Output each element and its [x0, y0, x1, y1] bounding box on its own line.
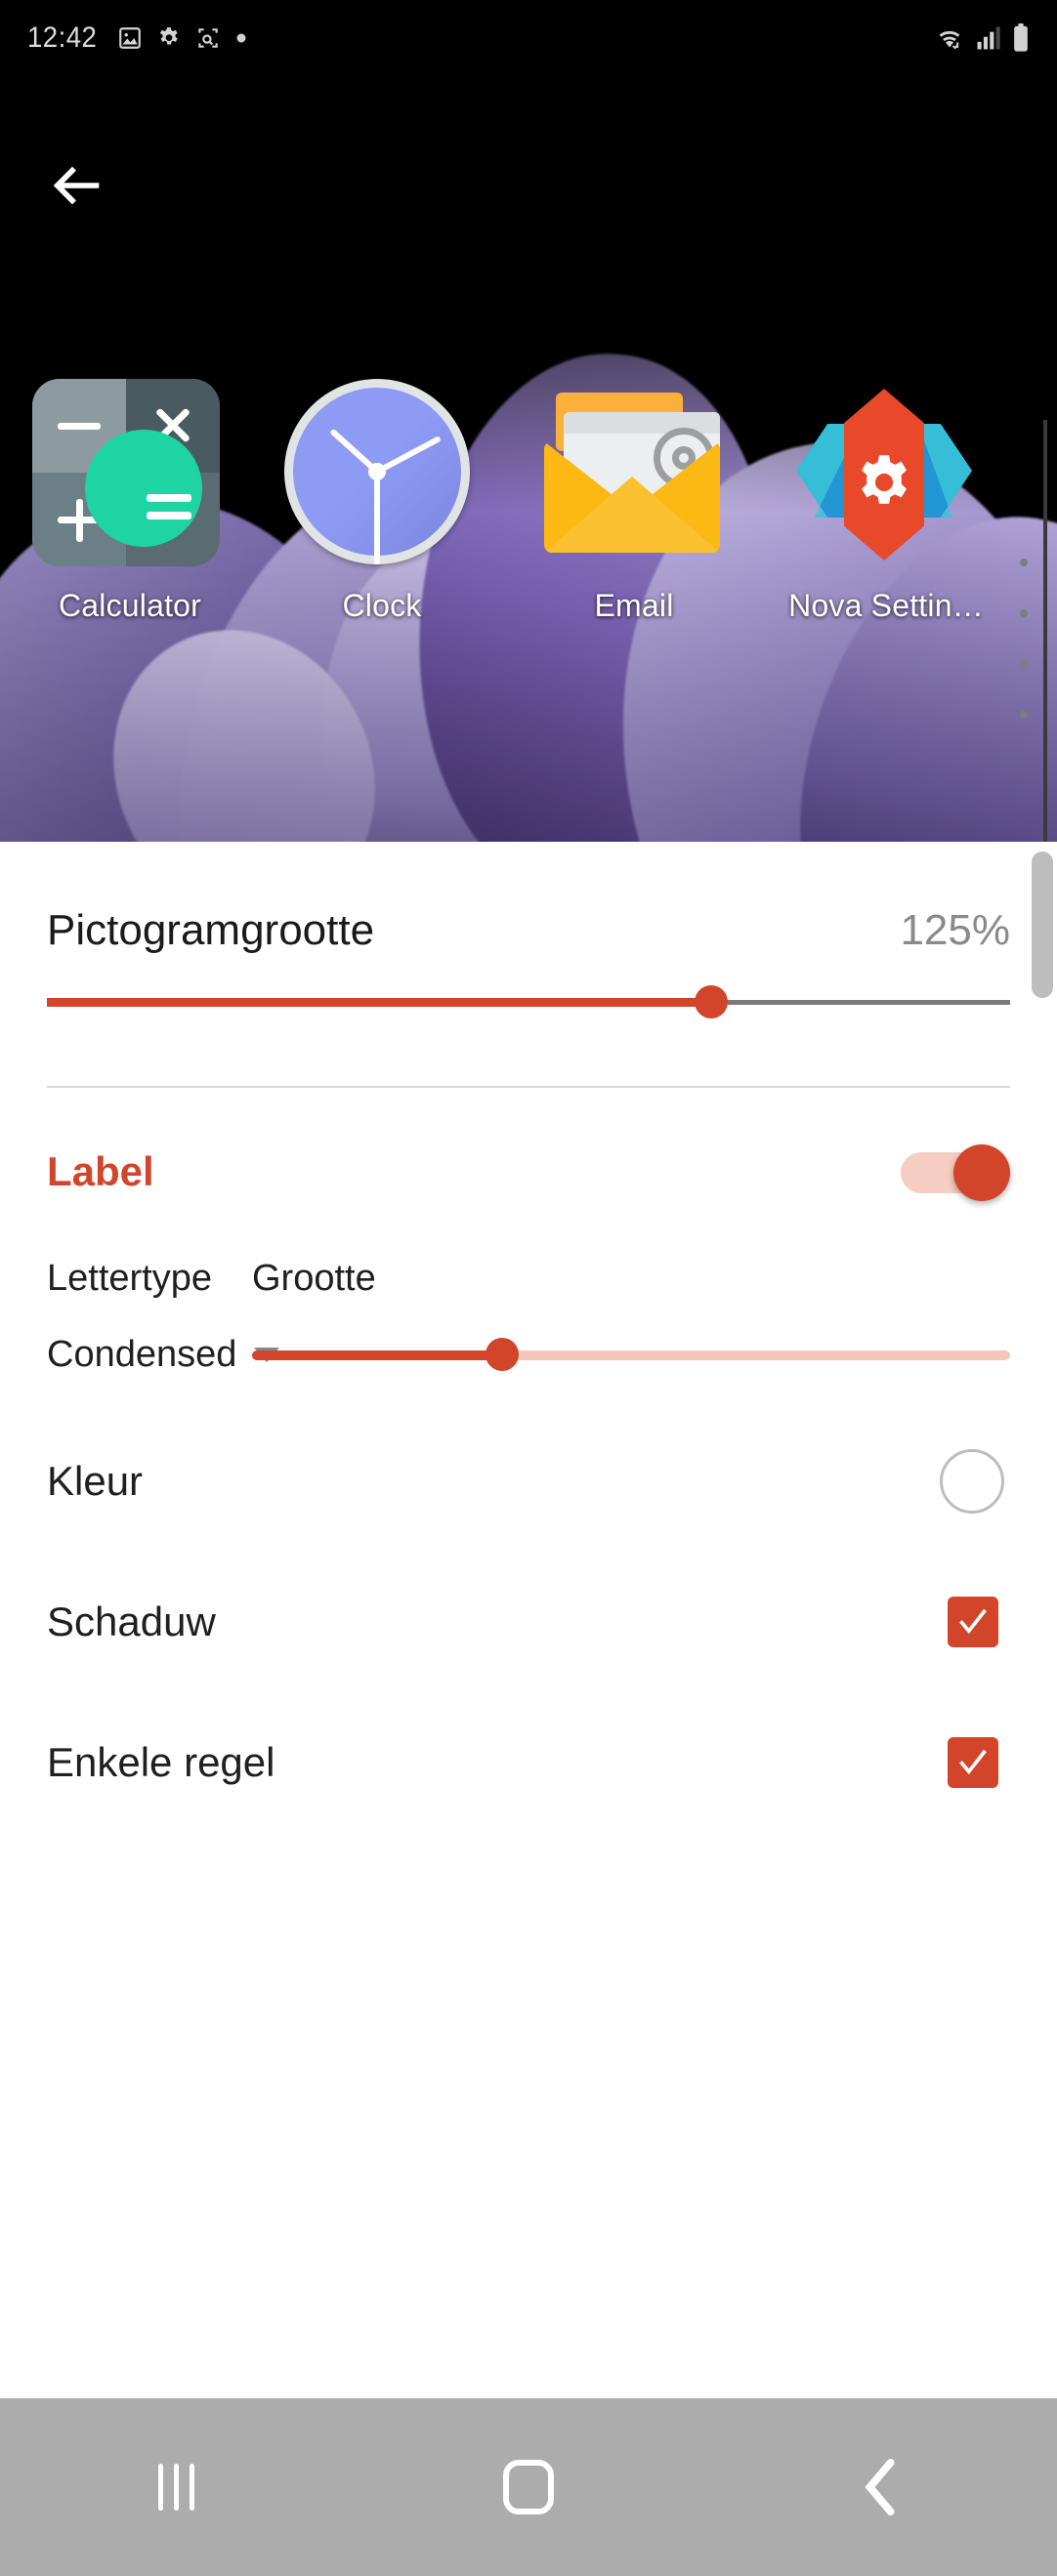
- label-toggle[interactable]: [901, 1144, 1010, 1201]
- section-divider: [47, 1086, 1010, 1088]
- color-swatch[interactable]: [940, 1449, 1004, 1514]
- app-label: Nova Settin…: [788, 588, 984, 623]
- navigation-bar: [0, 2398, 1057, 2576]
- image-icon: [118, 27, 141, 49]
- font-headers: Lettertype Grootte: [0, 1258, 1057, 1300]
- home-icon: [503, 2460, 554, 2514]
- app-item-calculator[interactable]: Calculator: [4, 379, 256, 624]
- gear-icon: [862, 455, 907, 504]
- check-icon: [959, 1608, 987, 1635]
- shadow-checkbox[interactable]: [948, 1597, 998, 1647]
- font-size-header: Grootte: [252, 1258, 376, 1299]
- back-arrow-icon[interactable]: [47, 154, 109, 217]
- recents-icon: [157, 2464, 194, 2511]
- font-size-slider[interactable]: [252, 1333, 1010, 1376]
- homescreen-preview: Calculator Clock Email Nova Settin…: [0, 76, 1057, 842]
- gear-icon: [159, 27, 178, 45]
- nav-recents-button[interactable]: [0, 2464, 353, 2511]
- nova-settings-icon: [788, 379, 984, 574]
- app-label: Email: [594, 588, 674, 623]
- wifi-icon: [939, 30, 960, 50]
- font-type-value: Condensed: [47, 1333, 237, 1375]
- status-bar-left: 12:42: [27, 21, 248, 55]
- email-icon: [536, 379, 732, 574]
- icon-size-value: 125%: [900, 906, 1010, 954]
- label-title: Label: [47, 1148, 154, 1194]
- font-controls: Condensed: [0, 1333, 1057, 1376]
- icon-size-header: Pictogramgrootte 125%: [0, 906, 1057, 955]
- app-label: Clock: [342, 588, 422, 623]
- app-item-email[interactable]: Email: [508, 379, 760, 624]
- check-icon: [959, 1749, 987, 1775]
- icon-size-title: Pictogramgrootte: [47, 906, 375, 954]
- calculator-icon: [32, 379, 228, 574]
- app-item-nova-settings[interactable]: Nova Settin…: [760, 379, 1012, 624]
- app-row: Calculator Clock Email Nova Settin…: [0, 379, 1057, 624]
- sheet-scrollbar[interactable]: [1032, 852, 1053, 998]
- back-icon: [865, 2459, 895, 2515]
- nav-back-button[interactable]: [704, 2459, 1057, 2515]
- icon-size-slider[interactable]: [47, 980, 1010, 1023]
- font-type-header: Lettertype: [47, 1258, 212, 1299]
- single-line-checkbox[interactable]: [948, 1737, 998, 1788]
- option-row-enkele-regel[interactable]: Enkele regel: [0, 1692, 1057, 1833]
- status-bar-right: [934, 23, 1030, 53]
- option-label: Kleur: [47, 1458, 144, 1504]
- dot-icon: [236, 33, 246, 43]
- screenshot-icon: [197, 28, 218, 48]
- app-label: Calculator: [58, 588, 202, 623]
- battery-icon: [1014, 23, 1028, 52]
- option-row-schaduw[interactable]: Schaduw: [0, 1552, 1057, 1692]
- settings-sheet: Pictogramgrootte 125% Label Lettertype G…: [0, 842, 1057, 2398]
- status-bar-clock: 12:42: [27, 21, 98, 54]
- signal-icon: [977, 26, 1000, 50]
- option-row-kleur[interactable]: Kleur: [0, 1411, 1057, 1552]
- nav-home-button[interactable]: [353, 2460, 705, 2514]
- option-label: Schaduw: [47, 1599, 216, 1644]
- clock-icon: [284, 379, 480, 574]
- label-row[interactable]: Label: [0, 1144, 1057, 1201]
- status-bar: 12:42: [0, 0, 1057, 76]
- option-label: Enkele regel: [47, 1739, 275, 1785]
- font-type-dropdown[interactable]: Condensed: [47, 1333, 280, 1376]
- app-item-clock[interactable]: Clock: [256, 379, 508, 624]
